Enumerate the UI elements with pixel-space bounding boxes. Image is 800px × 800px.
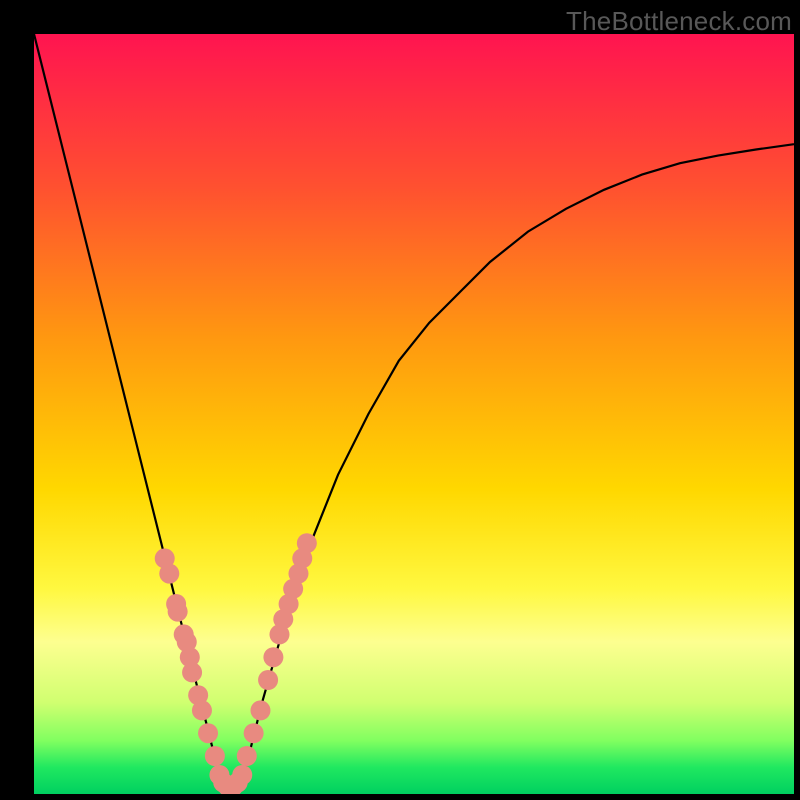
marker-point <box>297 533 317 553</box>
chart-frame: TheBottleneck.com <box>0 0 800 800</box>
marker-point <box>244 723 264 743</box>
plot-area <box>34 34 794 794</box>
marker-point <box>182 662 202 682</box>
bottleneck-chart <box>34 34 794 794</box>
watermark-text: TheBottleneck.com <box>566 6 792 37</box>
marker-point <box>232 765 252 785</box>
marker-point <box>263 647 283 667</box>
marker-point <box>258 670 278 690</box>
marker-point <box>192 700 212 720</box>
marker-point <box>205 746 225 766</box>
marker-point <box>237 746 257 766</box>
marker-point <box>250 700 270 720</box>
gradient-background <box>34 34 794 794</box>
marker-point <box>159 564 179 584</box>
marker-point <box>198 723 218 743</box>
marker-point <box>168 602 188 622</box>
